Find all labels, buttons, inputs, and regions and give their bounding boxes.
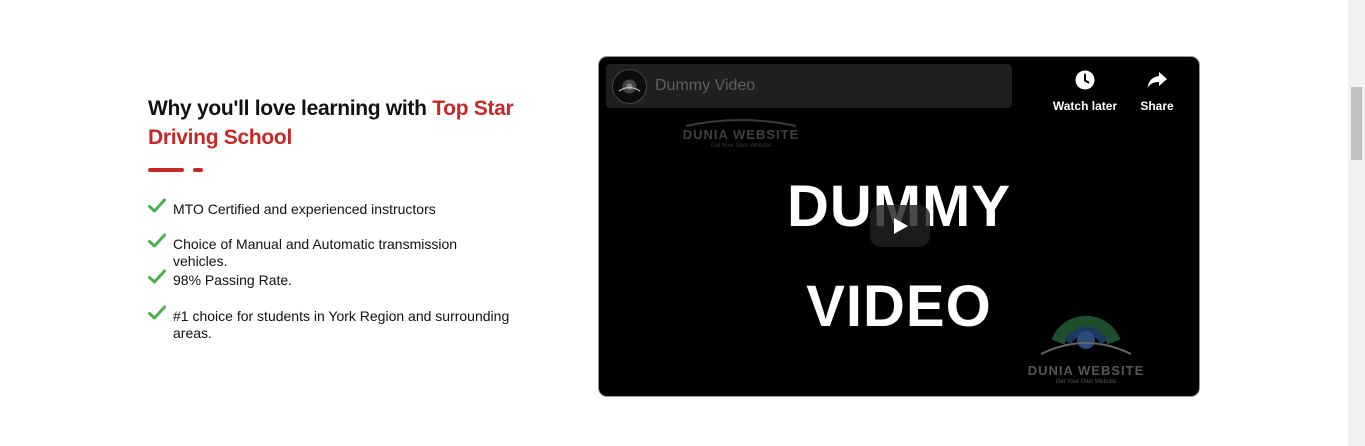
play-button[interactable] — [870, 205, 930, 247]
feature-text: 98% Passing Rate. — [173, 272, 293, 288]
watch-later-button[interactable]: Watch later — [1050, 69, 1120, 113]
video-title-bar: Dummy Video — [606, 64, 1012, 108]
watermark-top: DUNIA WEBSITE Get Your Own Website — [651, 117, 831, 149]
play-icon — [894, 218, 908, 234]
video-title[interactable]: Dummy Video — [655, 77, 755, 95]
check-icon — [148, 305, 166, 320]
watermark-name: DUNIA WEBSITE — [682, 127, 800, 142]
feature-text: MTO Certified and experienced instructor… — [173, 201, 436, 217]
page-scrollbar[interactable] — [1348, 0, 1365, 446]
feature-text: Choice of Manual and Automatic transmiss… — [173, 236, 458, 269]
heading-divider-long — [148, 168, 184, 172]
heading-divider-short — [193, 168, 203, 172]
watermark-bottom: DUNIA WEBSITE Get Your Own Website — [1006, 302, 1166, 385]
watermark-tagline: Get Your Own Website — [710, 143, 772, 149]
watermark-arc-icon — [685, 119, 797, 127]
channel-logo-icon — [614, 71, 645, 102]
channel-avatar[interactable] — [612, 69, 647, 104]
check-icon — [148, 269, 166, 284]
share-button[interactable]: Share — [1122, 69, 1192, 113]
feature-text: #1 choice for students in York Region an… — [173, 308, 510, 341]
watermark-globe-icon — [1040, 315, 1132, 355]
check-icon — [148, 198, 166, 213]
heading-plain: Why you'll love learning with — [148, 97, 433, 120]
watch-later-label: Watch later — [1052, 99, 1118, 113]
scrollbar-thumb[interactable] — [1351, 87, 1362, 160]
share-label: Share — [1140, 99, 1174, 113]
watermark-tagline: Get Your Own Website — [1055, 379, 1117, 385]
section-heading: Why you'll love learning with Top Star D… — [148, 94, 548, 152]
check-icon — [148, 233, 166, 248]
watermark-name: DUNIA WEBSITE — [1027, 363, 1145, 378]
clock-icon — [1075, 70, 1095, 90]
video-player[interactable]: Dummy Video Watch later Share DUNIA WEBS… — [599, 57, 1199, 396]
share-arrow-icon — [1147, 72, 1167, 88]
